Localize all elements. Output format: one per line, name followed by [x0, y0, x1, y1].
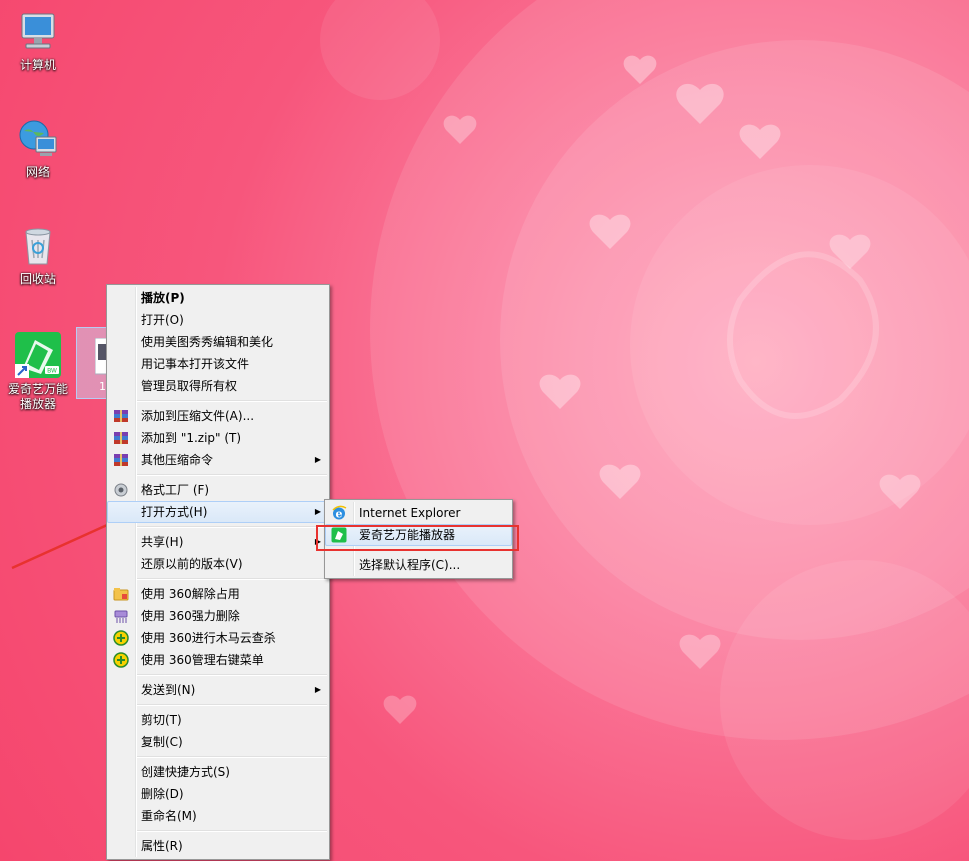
desktop-icon-network[interactable]: 网络 [6, 115, 70, 180]
winrar-icon [114, 410, 128, 422]
menu-item-360-force-delete[interactable]: 使用 360强力删除 [107, 605, 329, 627]
player-badge: BW [47, 368, 57, 375]
menu-separator [137, 526, 327, 528]
menu-item-label: 添加到 "1.zip" (T) [141, 431, 242, 445]
menu-item-360-unlock[interactable]: 使用 360解除占用 [107, 583, 329, 605]
desktop-icon-label: 网络 [25, 165, 50, 179]
menu-item-360-trojan-scan[interactable]: 使用 360进行木马云查杀 [107, 627, 329, 649]
menu-separator [137, 400, 327, 402]
menu-item-label: 还原以前的版本(V) [141, 557, 243, 571]
submenu-item-internet-explorer[interactable]: e Internet Explorer [325, 502, 512, 524]
menu-item-play[interactable]: 播放(P) [107, 287, 329, 309]
menu-item-label: 删除(D) [141, 787, 184, 801]
360-icon [113, 652, 129, 668]
menu-item-360-manage-menu[interactable]: 使用 360管理右键菜单 [107, 649, 329, 671]
menu-item-cut[interactable]: 剪切(T) [107, 709, 329, 731]
submenu-arrow-icon: ▶ [314, 507, 321, 516]
menu-item-send-to[interactable]: 发送到(N) ▶ [107, 679, 329, 701]
desktop-icon-label: 爱奇艺万能播放器 [7, 382, 68, 411]
folder-lock-icon [113, 588, 129, 601]
desktop-icon-label: 计算机 [19, 58, 56, 72]
menu-item-add-zip[interactable]: 添加到 "1.zip" (T) [107, 427, 329, 449]
menu-item-label: 发送到(N) [141, 683, 196, 697]
menu-item-label: 使用 360进行木马云查杀 [141, 631, 276, 645]
menu-item-label: 使用 360强力删除 [141, 609, 240, 623]
submenu-arrow-icon: ▶ [314, 455, 321, 464]
selected-file-label: 1 [99, 380, 106, 393]
svg-text:e: e [336, 508, 343, 521]
menu-separator [137, 674, 327, 676]
menu-item-label: 使用美图秀秀编辑和美化 [141, 335, 274, 349]
menu-item-label: 选择默认程序(C)... [359, 558, 461, 572]
menu-item-label: Internet Explorer [359, 506, 461, 520]
menu-separator [137, 756, 327, 758]
menu-item-format-factory[interactable]: 格式工厂 (F) [107, 479, 329, 501]
network-icon [19, 120, 57, 156]
menu-item-create-shortcut[interactable]: 创建快捷方式(S) [107, 761, 329, 783]
menu-separator [137, 474, 327, 476]
desktop-icon-label: 回收站 [19, 272, 56, 286]
menu-item-label: 剪切(T) [141, 713, 182, 727]
menu-separator [137, 578, 327, 580]
computer-icon [21, 13, 55, 49]
submenu-item-choose-default[interactable]: 选择默认程序(C)... [325, 554, 512, 576]
internet-explorer-icon: e [332, 505, 347, 521]
menu-item-delete[interactable]: 删除(D) [107, 783, 329, 805]
menu-item-label: 共享(H) [141, 535, 184, 549]
context-menu: 播放(P) 打开(O) 使用美图秀秀编辑和美化 用记事本打开该文件 管理员取得所… [106, 284, 330, 860]
winrar-icon [114, 454, 128, 466]
menu-item-label: 打开方式(H) [141, 505, 208, 519]
menu-item-label: 播放(P) [141, 291, 185, 305]
menu-item-restore-versions[interactable]: 还原以前的版本(V) [107, 553, 329, 575]
menu-item-label: 使用 360管理右键菜单 [141, 653, 264, 667]
desktop-icon-recycle-bin[interactable]: 回收站 [6, 222, 70, 287]
menu-separator [137, 830, 327, 832]
menu-item-rename[interactable]: 重命名(M) [107, 805, 329, 827]
menu-item-label: 管理员取得所有权 [141, 379, 238, 393]
menu-item-properties[interactable]: 属性(R) [107, 835, 329, 857]
menu-item-label: 重命名(M) [141, 809, 197, 823]
format-factory-icon [114, 483, 128, 497]
menu-item-open[interactable]: 打开(O) [107, 309, 329, 331]
menu-item-copy[interactable]: 复制(C) [107, 731, 329, 753]
menu-item-meitu[interactable]: 使用美图秀秀编辑和美化 [107, 331, 329, 353]
menu-item-take-ownership[interactable]: 管理员取得所有权 [107, 375, 329, 397]
menu-item-label: 复制(C) [141, 735, 183, 749]
menu-item-other-compress[interactable]: 其他压缩命令 ▶ [107, 449, 329, 471]
menu-item-label: 其他压缩命令 [141, 453, 214, 467]
iqiyi-player-icon: BW [15, 332, 61, 378]
recycle-bin-icon [25, 228, 51, 265]
shredder-icon [114, 610, 128, 623]
menu-item-share[interactable]: 共享(H) ▶ [107, 531, 329, 553]
menu-item-label: 添加到压缩文件(A)... [141, 409, 255, 423]
menu-item-add-archive[interactable]: 添加到压缩文件(A)... [107, 405, 329, 427]
360-icon [113, 630, 129, 646]
menu-item-notepad[interactable]: 用记事本打开该文件 [107, 353, 329, 375]
menu-separator [137, 704, 327, 706]
menu-item-label: 格式工厂 (F) [141, 483, 210, 497]
menu-item-label: 打开(O) [141, 313, 184, 327]
desktop-icon-iqiyi-player[interactable]: BW 爱奇艺万能播放器 [5, 330, 71, 412]
menu-item-label: 用记事本打开该文件 [141, 357, 250, 371]
submenu-arrow-icon: ▶ [314, 685, 321, 694]
menu-item-label: 创建快捷方式(S) [141, 765, 230, 779]
highlight-box [316, 525, 519, 551]
desktop-icon-computer[interactable]: 计算机 [6, 8, 70, 73]
menu-item-open-with[interactable]: 打开方式(H) ▶ [107, 501, 329, 523]
menu-item-label: 属性(R) [141, 839, 183, 853]
menu-item-label: 使用 360解除占用 [141, 587, 240, 601]
winrar-icon [114, 432, 128, 444]
